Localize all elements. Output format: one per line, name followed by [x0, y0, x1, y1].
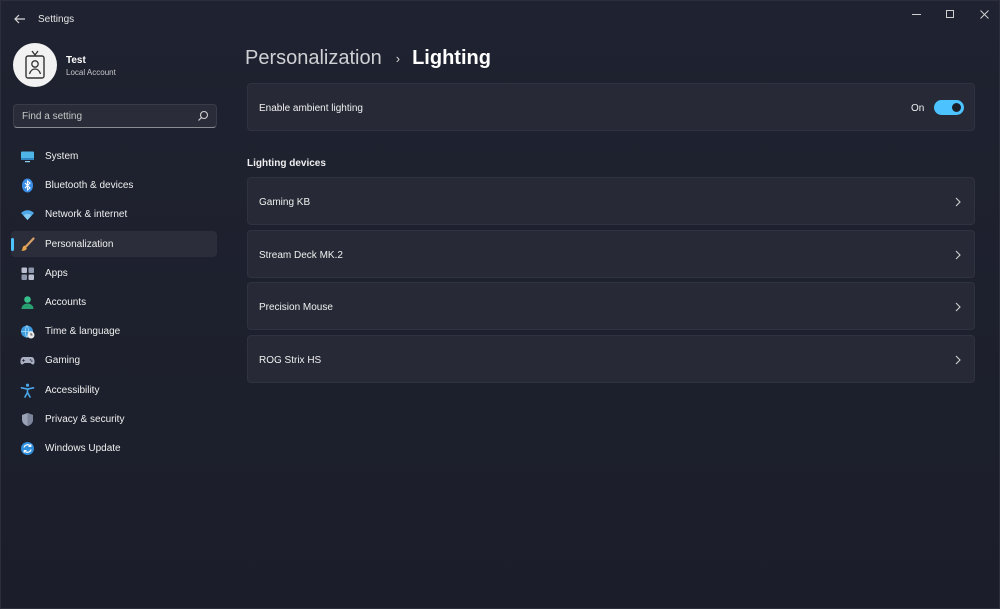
search-icon[interactable]: [197, 110, 209, 122]
monitor-icon: [21, 151, 34, 163]
sidebar-item-accounts[interactable]: Accounts: [11, 289, 217, 315]
user-name: Test: [66, 55, 86, 66]
arrow-left-icon: [14, 14, 25, 24]
sidebar-item-label: Network & internet: [45, 209, 128, 221]
ambient-lighting-label: Enable ambient lighting: [259, 103, 363, 114]
wifi-icon: [21, 210, 34, 221]
avatar[interactable]: [13, 43, 57, 87]
sidebar-item-accessibility[interactable]: Accessibility: [11, 377, 217, 403]
sidebar-item-apps[interactable]: Apps: [11, 260, 217, 286]
search-box[interactable]: [13, 104, 217, 128]
toggle-knob: [952, 103, 961, 112]
sidebar-item-label: Windows Update: [45, 442, 121, 454]
sidebar-item-label: Accounts: [45, 296, 87, 308]
chevron-right-icon: [955, 355, 961, 365]
breadcrumb-parent[interactable]: Personalization: [245, 47, 382, 70]
sidebar-item-label: Apps: [45, 267, 68, 279]
brush-icon: [21, 236, 35, 251]
apps-icon: [21, 267, 34, 280]
bluetooth-icon: [22, 178, 33, 193]
sidebar-item-label: Bluetooth & devices: [45, 180, 134, 192]
app-title: Settings: [38, 14, 75, 25]
shield-icon: [22, 412, 33, 426]
sidebar-nav: System Bluetooth & devices Network & int…: [11, 143, 217, 464]
toggle-state-label: On: [911, 103, 925, 114]
account-type: Local Account: [66, 68, 116, 77]
person-icon: [21, 296, 34, 309]
page-title: Lighting: [412, 46, 491, 69]
minimize-button[interactable]: [899, 1, 933, 27]
device-row-precision-mouse[interactable]: Precision Mouse: [247, 282, 975, 330]
settings-window: Settings Test Local Account Find a setti…: [0, 0, 1000, 609]
sidebar-item-label: Time & language: [45, 326, 121, 338]
chevron-right-icon: [955, 302, 961, 312]
sync-icon: [21, 441, 34, 455]
breadcrumb-separator-icon: ›: [395, 50, 401, 66]
device-label: Gaming KB: [259, 197, 311, 208]
sidebar-item-label: Gaming: [45, 355, 81, 367]
globe-clock-icon: [21, 325, 35, 339]
device-label: ROG Strix HS: [259, 355, 322, 366]
section-title: Lighting devices: [247, 158, 326, 169]
user-badge-icon: [25, 50, 45, 79]
accessibility-icon: [20, 383, 35, 398]
minimize-icon: [911, 13, 921, 15]
sidebar-item-privacy[interactable]: Privacy & security: [11, 406, 217, 432]
sidebar-item-time-language[interactable]: Time & language: [11, 318, 217, 344]
maximize-button[interactable]: [933, 1, 967, 27]
sidebar-item-bluetooth[interactable]: Bluetooth & devices: [11, 172, 217, 198]
back-button[interactable]: [9, 9, 31, 29]
sidebar-item-label: System: [45, 151, 79, 162]
sidebar-item-label: Privacy & security: [45, 413, 125, 425]
sidebar-item-gaming[interactable]: Gaming: [11, 347, 217, 373]
device-label: Precision Mouse: [259, 302, 333, 313]
title-bar: Settings: [1, 1, 1000, 37]
chevron-right-icon: [955, 197, 961, 207]
selection-indicator: [11, 237, 14, 251]
ambient-lighting-toggle[interactable]: [934, 100, 964, 115]
device-row-rog-strix-hs[interactable]: ROG Strix HS: [247, 335, 975, 383]
close-button[interactable]: [967, 1, 1000, 27]
chevron-right-icon: [955, 250, 961, 260]
maximize-icon: [946, 10, 954, 18]
gamepad-icon: [20, 357, 35, 365]
device-row-gaming-kb[interactable]: Gaming KB: [247, 177, 975, 225]
search-input[interactable]: [14, 105, 194, 127]
ambient-lighting-card: Enable ambient lighting On: [247, 83, 975, 131]
device-row-stream-deck[interactable]: Stream Deck MK.2: [247, 230, 975, 278]
sidebar-item-personalization[interactable]: Personalization: [11, 230, 217, 257]
close-icon: [979, 9, 989, 19]
sidebar-item-network[interactable]: Network & internet: [11, 201, 217, 227]
sidebar-item-label: Accessibility: [45, 384, 100, 396]
device-label: Stream Deck MK.2: [259, 250, 343, 261]
sidebar-item-system[interactable]: System: [11, 143, 217, 169]
breadcrumb: Personalization › Lighting: [245, 45, 491, 71]
sidebar-item-windows-update[interactable]: Windows Update: [11, 435, 217, 461]
sidebar-item-label: Personalization: [45, 238, 114, 250]
